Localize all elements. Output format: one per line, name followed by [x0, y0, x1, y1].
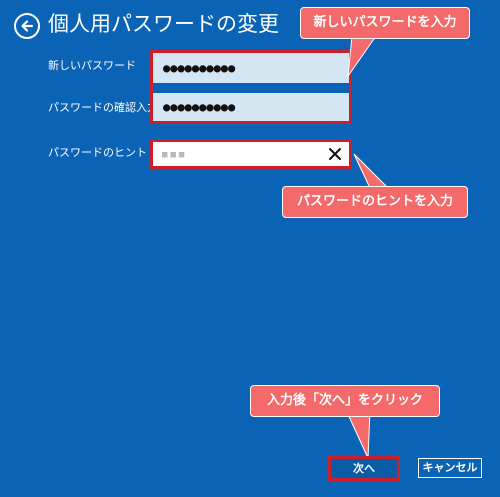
password-hint-label: パスワードのヒント — [48, 146, 147, 159]
next-callout: 入力後「次へ」をクリック — [250, 385, 440, 417]
field-separator — [153, 86, 349, 93]
password-callout: 新しいパスワードを入力 — [300, 7, 470, 39]
next-button-label: 次へ — [353, 462, 375, 475]
password-hint-value: ▪▪▪ — [161, 147, 187, 161]
new-password-label: 新しいパスワード — [48, 59, 136, 72]
confirm-password-input[interactable]: ●●●●●●●●●● — [153, 93, 349, 121]
confirm-password-value: ●●●●●●●●●● — [163, 100, 236, 114]
next-button[interactable]: 次へ — [328, 456, 400, 481]
cancel-button[interactable]: キャンセル — [418, 458, 482, 478]
new-password-input[interactable]: ●●●●●●●●●● — [153, 53, 349, 83]
page-title: 個人用パスワードの変更 — [48, 12, 279, 36]
password-hint-input[interactable]: ▪▪▪ — [150, 139, 352, 169]
arrow-left-circle-icon — [21, 20, 34, 32]
next-callout-pointer — [345, 409, 371, 459]
new-password-value: ●●●●●●●●●● — [163, 61, 236, 75]
hint-callout: パスワードのヒントを入力 — [282, 186, 468, 218]
cancel-button-label: キャンセル — [422, 461, 478, 474]
back-button[interactable] — [14, 13, 40, 39]
confirm-password-label: パスワードの確認入力 — [48, 101, 158, 114]
password-callout-pointer — [347, 35, 377, 78]
